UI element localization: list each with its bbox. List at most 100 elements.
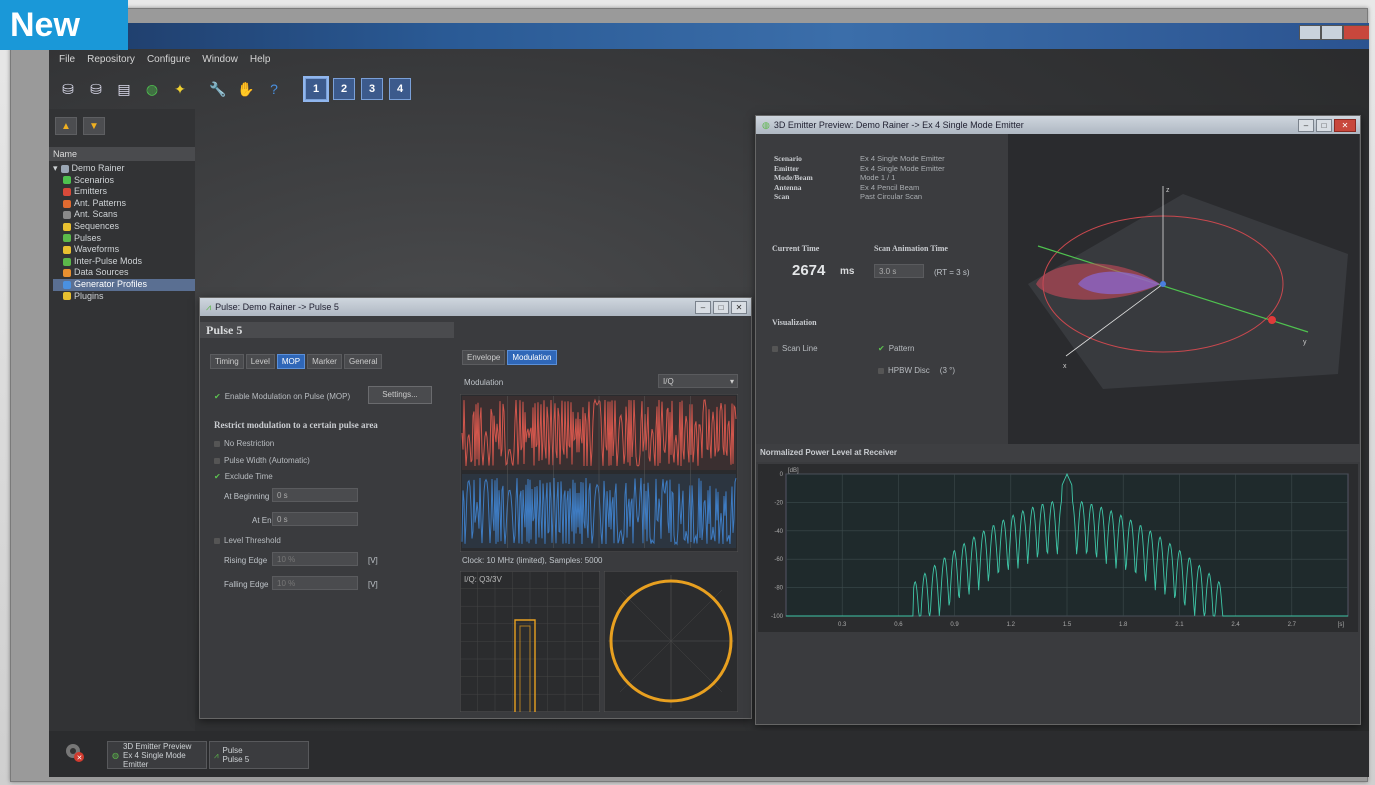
tree-item-inter-pulse-mods[interactable]: Inter-Pulse Mods	[53, 256, 195, 268]
menu-configure[interactable]: Configure	[147, 54, 190, 65]
folder-icon	[60, 164, 69, 173]
x-tick-label: 0.9	[950, 622, 959, 628]
settings-button[interactable]: Settings...	[368, 386, 432, 404]
tab-marker[interactable]: Marker	[307, 354, 342, 369]
menu-window[interactable]: Window	[202, 54, 238, 65]
pulse-icon: ⩘	[206, 301, 212, 312]
info-row: Scenario Ex 4 Single Mode Emitter	[774, 154, 945, 164]
tree-root[interactable]: ▾ Demo Rainer	[53, 163, 195, 175]
page-2-button[interactable]: 2	[333, 78, 355, 100]
export-icon[interactable]: ▤	[113, 78, 135, 100]
falling-edge-label: Falling Edge	[224, 580, 269, 589]
at-beginning-input[interactable]: 0 s	[272, 488, 358, 502]
info-key: Emitter	[774, 163, 799, 173]
page-3-button[interactable]: 3	[361, 78, 383, 100]
app-window-controls	[1299, 25, 1369, 41]
pulse-maximize-button[interactable]: □	[713, 300, 729, 314]
hpbw-checkbox[interactable]: HPBW Disc (3 °)	[878, 366, 955, 375]
check-icon: ✔	[214, 392, 221, 401]
tree-header: Name	[49, 147, 195, 161]
option-exclude-time[interactable]: ✔ Exclude Time	[214, 472, 273, 481]
pulse-icon	[63, 234, 71, 243]
tree-item-ant-patterns[interactable]: Ant. Patterns	[53, 198, 195, 210]
expand-icon[interactable]: ▾	[53, 163, 58, 175]
pulse-minimize-button[interactable]: –	[695, 300, 711, 314]
check-icon: ✔	[214, 472, 221, 481]
maximize-button[interactable]	[1321, 25, 1343, 40]
option-no-restriction[interactable]: No Restriction	[214, 439, 274, 448]
falling-edge-input[interactable]: 10 %	[272, 576, 358, 590]
page-1-button[interactable]: 1	[305, 78, 327, 100]
scope-label: I/Q: Q3/3V	[464, 575, 502, 584]
tab-envelope[interactable]: Envelope	[462, 350, 506, 365]
pattern-checkbox[interactable]: ✔ Pattern	[878, 344, 915, 353]
option-pulse-width[interactable]: Pulse Width (Automatic)	[214, 456, 310, 465]
tree-item-generator-profiles[interactable]: Generator Profiles	[53, 278, 195, 291]
task-pulse[interactable]: ⩘ Pulse Pulse 5	[209, 741, 309, 769]
scan-line-checkbox[interactable]: Scan Line	[772, 344, 818, 353]
iq-trace-plot	[460, 394, 738, 552]
info-row: Antenna Ex 4 Pencil Beam	[774, 183, 945, 193]
rising-edge-input[interactable]: 10 %	[272, 552, 358, 566]
svg-text:✕: ✕	[77, 755, 83, 762]
database-icon[interactable]: ⛁	[57, 78, 79, 100]
axis-label-z: z	[1166, 187, 1170, 194]
tab-modulation[interactable]: Modulation	[507, 350, 557, 365]
database-save-icon[interactable]: ⛁	[85, 78, 107, 100]
tab-level[interactable]: Level	[245, 354, 275, 369]
wand-icon[interactable]: ✦	[169, 78, 191, 100]
pulse-window-titlebar: ⩘ Pulse: Demo Rainer -> Pulse 5 – □ ✕	[200, 298, 751, 316]
minimize-button[interactable]	[1299, 25, 1321, 40]
tab-timing[interactable]: Timing	[210, 354, 244, 369]
tree-item-pulses[interactable]: Pulses	[53, 233, 195, 245]
check-icon: ✔	[878, 344, 885, 353]
scenario-icon[interactable]: ◍	[141, 78, 163, 100]
wrench-icon[interactable]: 🔧	[207, 78, 229, 100]
pulse-close-button[interactable]: ✕	[731, 300, 747, 314]
x-axis-label: [s]	[1338, 622, 1345, 628]
emitter-maximize-button[interactable]: □	[1316, 118, 1332, 132]
tree-item-sequences[interactable]: Sequences	[53, 221, 195, 233]
modulation-select[interactable]: I/Q ▾	[658, 374, 738, 388]
scan-icon	[63, 211, 71, 220]
radio-icon	[214, 457, 220, 464]
tree-item-data-sources[interactable]: Data Sources	[53, 267, 195, 279]
pulse-scope-plot	[460, 571, 600, 712]
emitter-minimize-button[interactable]: –	[1298, 118, 1314, 132]
tab-general[interactable]: General	[343, 354, 383, 369]
move-up-button[interactable]: ▲	[55, 117, 77, 135]
enable-mop-checkbox[interactable]: ✔ Enable Modulation on Pulse (MOP)	[214, 392, 350, 401]
at-end-input[interactable]: 0 s	[272, 512, 358, 526]
pulse-window-controls: – □ ✕	[695, 300, 747, 314]
monitor-frame: File Repository Configure Window Help ⛁ …	[10, 8, 1369, 782]
menu-help[interactable]: Help	[250, 54, 271, 65]
menu-file[interactable]: File	[59, 54, 75, 65]
x-tick-label: 2.7	[1288, 622, 1297, 628]
close-button[interactable]	[1343, 25, 1369, 40]
tab-mop[interactable]: MOP	[276, 354, 306, 369]
tree-item-scenarios[interactable]: Scenarios	[53, 175, 195, 187]
pattern-icon	[63, 199, 71, 208]
tree-item-emitters[interactable]: Emitters	[53, 186, 195, 198]
3d-emitter-view[interactable]: z y x	[1008, 134, 1359, 444]
page-4-button[interactable]: 4	[389, 78, 411, 100]
modulation-label: Modulation	[464, 378, 504, 387]
scan-animation-input[interactable]: 3.0 s	[874, 264, 924, 278]
menu-repository[interactable]: Repository	[87, 54, 135, 65]
new-badge: New	[0, 0, 128, 50]
tree-item-ant-scans[interactable]: Ant. Scans	[53, 209, 195, 221]
plugin-icon[interactable]: ✋	[235, 78, 257, 100]
main-toolbar: ⛁ ⛁ ▤ ◍ ✦ 🔧 ✋ ? 1 2 3 4	[49, 69, 1369, 109]
move-down-button[interactable]: ▼	[83, 117, 105, 135]
help-icon[interactable]: ?	[263, 78, 285, 100]
radio-icon	[214, 440, 220, 447]
info-row: Emitter Ex 4 Single Mode Emitter	[774, 164, 945, 174]
tree-item-plugins[interactable]: Plugins	[53, 291, 195, 303]
tree-item-waveforms[interactable]: Waveforms	[53, 244, 195, 256]
pulse-icon: ⩘	[214, 750, 219, 760]
disconnect-icon[interactable]: ✕	[63, 741, 85, 763]
emitter-close-button[interactable]: ✕	[1334, 118, 1356, 132]
task-emitter-preview[interactable]: ◍ 3D Emitter Preview Ex 4 Single Mode Emi…	[107, 741, 207, 769]
option-level-threshold[interactable]: Level Threshold	[214, 536, 281, 545]
emitter-point	[1160, 281, 1166, 287]
